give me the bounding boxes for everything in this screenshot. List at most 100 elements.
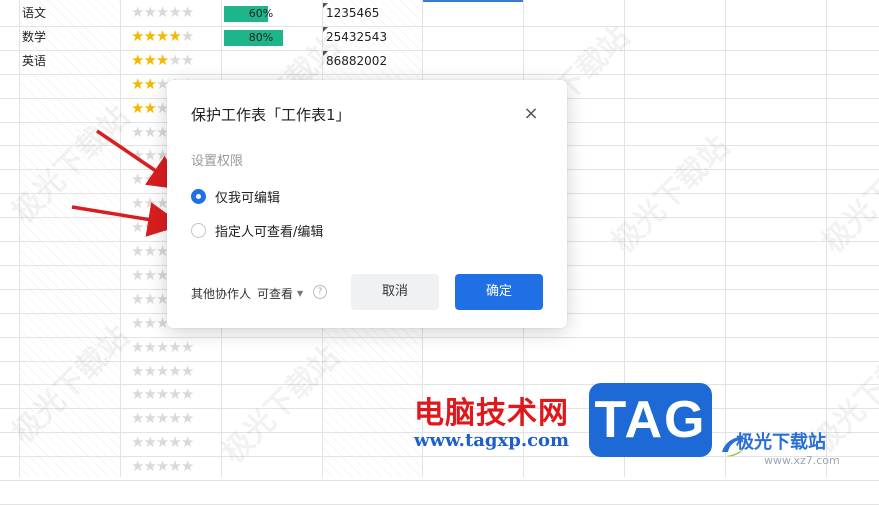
radio-label: 仅我可编辑 [215, 190, 281, 206]
grid-column-line [725, 0, 726, 477]
star-icon: ★ [131, 242, 144, 260]
text-format-corner-icon [323, 3, 328, 8]
star-icon: ★ [155, 337, 169, 356]
star-icon: ★ [155, 433, 169, 452]
progress-bar-cell[interactable]: 60% [224, 6, 298, 22]
star-icon: ★ [155, 457, 169, 476]
star-icon: ★ [143, 265, 156, 284]
site-logo: 极光下载站 www.xz7.com [718, 424, 878, 474]
star-icon: ★ [155, 26, 169, 45]
star-icon: ★ [168, 337, 181, 356]
confirm-button[interactable]: 确定 [455, 274, 543, 310]
star-icon: ★ [155, 361, 169, 380]
star-icon: ★ [180, 3, 194, 21]
progress-label: 60% [248, 7, 274, 20]
number-value: 1235465 [326, 6, 380, 20]
star-icon: ★ [143, 74, 156, 93]
star-icon: ★ [155, 409, 169, 428]
grid-column-line [120, 0, 121, 477]
star-icon: ★ [143, 50, 156, 69]
progress-bar-cell[interactable]: 80% [224, 29, 298, 46]
star-icon: ★ [180, 337, 194, 356]
star-icon: ★ [168, 3, 181, 21]
star-icon: ★ [180, 433, 194, 452]
star-icon: ★ [168, 26, 181, 45]
star-icon: ★ [180, 50, 194, 69]
star-icon: ★ [143, 457, 156, 476]
star-icon: ★ [155, 3, 169, 21]
star-icon: ★ [131, 361, 144, 380]
star-icon: ★ [131, 3, 144, 21]
star-icon: ★ [168, 457, 181, 476]
radio-label: 指定人可查看/编辑 [215, 224, 324, 240]
star-icon: ★ [143, 337, 156, 356]
star-icon: ★ [168, 361, 181, 380]
grid-row-line [0, 480, 879, 481]
star-icon: ★ [180, 409, 194, 428]
close-icon[interactable]: × [521, 104, 541, 124]
star-icon: ★ [131, 385, 144, 404]
radio-checked-icon[interactable] [191, 188, 206, 204]
cancel-button[interactable]: 取消 [351, 274, 439, 310]
star-icon: ★ [143, 122, 156, 141]
caret-down-icon: ▼ [297, 289, 304, 298]
number-cell[interactable]: 1235465 [323, 2, 379, 25]
star-icon: ★ [168, 433, 181, 452]
site-name: 极光下载站 [736, 432, 826, 453]
protect-sheet-dialog: 保护工作表「工作表1」 × 设置权限 仅我可编辑 指定人可查看/编辑 其他协作人… [167, 80, 567, 328]
star-icon: ★ [155, 385, 169, 404]
brand-title: 电脑技术网 [414, 396, 569, 431]
star-icon: ★ [143, 3, 156, 21]
star-icon: ★ [180, 361, 194, 380]
star-icon: ★ [143, 242, 156, 260]
star-icon: ★ [131, 265, 144, 284]
star-icon: ★ [131, 457, 144, 476]
subject-cell[interactable]: 英语 [22, 50, 46, 73]
subject-cell[interactable]: 语文 [22, 2, 46, 25]
star-icon: ★ [131, 50, 144, 69]
star-rating-cell[interactable]: ★★★★★ [131, 431, 194, 454]
star-icon: ★ [168, 385, 181, 404]
star-icon: ★ [143, 385, 156, 404]
dialog-title: 保护工作表「工作表1」 [191, 106, 351, 124]
star-icon: ★ [131, 26, 144, 45]
star-icon: ★ [180, 26, 194, 45]
radio-unchecked-icon[interactable] [191, 222, 206, 238]
other-collaborators-dropdown[interactable]: 其他协作人 可查看 ▼ [191, 285, 303, 302]
star-icon: ★ [131, 170, 144, 189]
star-rating-cell[interactable]: ★★★★★ [131, 407, 194, 430]
star-icon: ★ [143, 26, 156, 45]
star-rating-cell[interactable]: ★★★★★ [131, 455, 194, 478]
radio-only-me-edit[interactable]: 仅我可编辑 [191, 186, 280, 206]
tag-logo: TAG [589, 383, 712, 457]
progress-label: 80% [248, 30, 274, 44]
star-icon: ★ [143, 170, 156, 189]
radio-specified-people[interactable]: 指定人可查看/编辑 [191, 220, 323, 240]
star-icon: ★ [143, 146, 156, 165]
star-icon: ★ [131, 409, 144, 428]
star-icon: ★ [131, 289, 144, 308]
star-icon: ★ [155, 50, 169, 69]
star-rating-cell[interactable]: ★★★★★ [131, 25, 194, 48]
star-icon: ★ [143, 98, 156, 117]
star-rating-cell[interactable]: ★★★★★ [131, 49, 194, 72]
cell-selection-edge [422, 0, 523, 2]
star-icon: ★ [143, 289, 156, 308]
star-icon: ★ [143, 218, 156, 237]
star-icon: ★ [143, 361, 156, 380]
brand-url: www.tagxp.com [414, 430, 570, 451]
star-icon: ★ [180, 457, 194, 476]
other-collaborators-value: 可查看 [257, 287, 294, 301]
star-icon: ★ [131, 433, 144, 452]
star-rating-cell[interactable]: ★★★★★ [131, 1, 194, 24]
subject-cell[interactable]: 数学 [22, 26, 46, 49]
star-icon: ★ [143, 409, 156, 428]
star-rating-cell[interactable]: ★★★★★ [131, 336, 194, 359]
star-rating-cell[interactable]: ★★★★★ [131, 360, 194, 383]
star-icon: ★ [168, 409, 181, 428]
star-icon: ★ [168, 50, 181, 69]
star-icon: ★ [131, 98, 144, 117]
help-icon[interactable]: ? [313, 285, 327, 299]
star-icon: ★ [180, 385, 194, 404]
star-rating-cell[interactable]: ★★★★★ [131, 383, 194, 406]
